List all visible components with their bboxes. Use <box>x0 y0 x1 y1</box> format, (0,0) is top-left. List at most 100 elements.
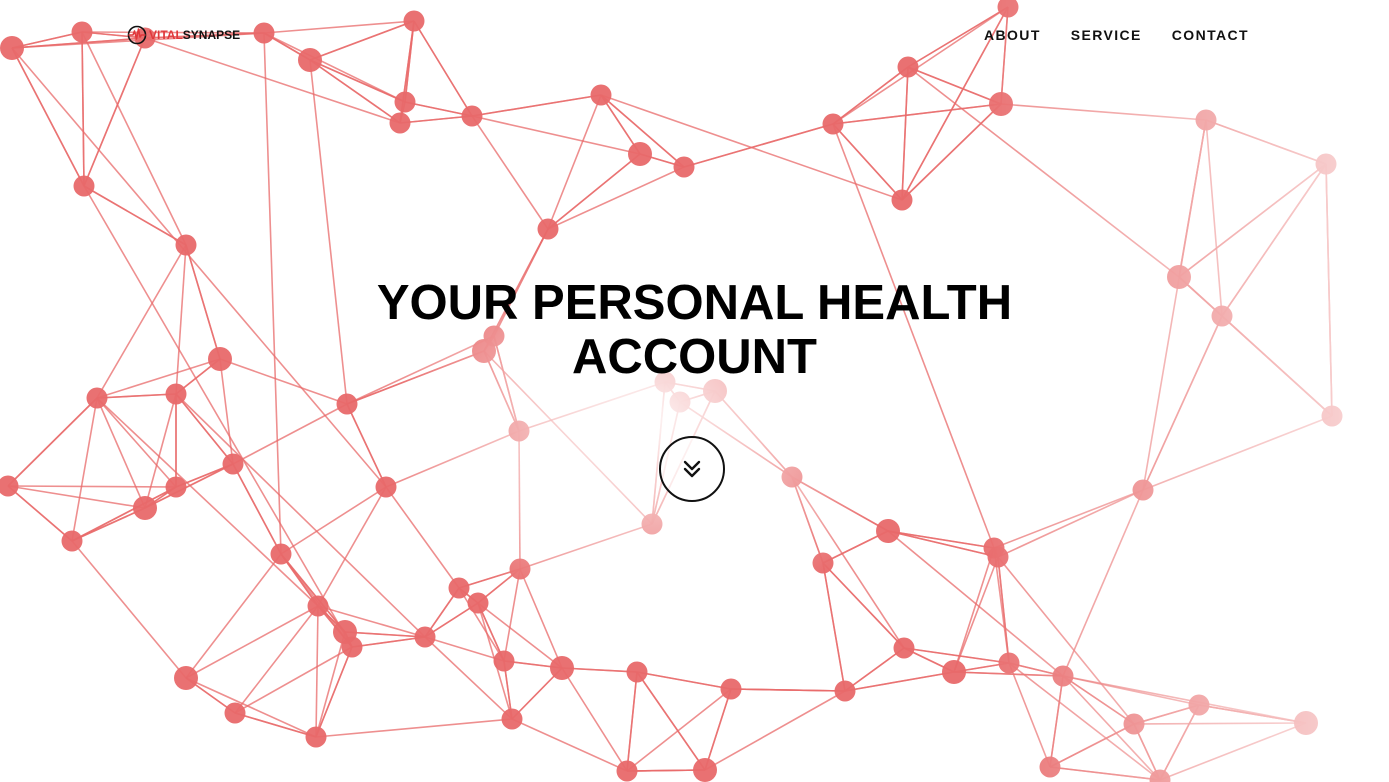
network-node <box>1052 665 1074 687</box>
network-node <box>1195 109 1217 131</box>
network-edge <box>351 636 426 648</box>
network-edge <box>185 605 319 679</box>
network-node <box>165 476 187 498</box>
network-edge <box>683 123 834 168</box>
network-node <box>394 91 416 113</box>
network-edge <box>96 397 146 509</box>
network-edge <box>626 688 732 772</box>
nav-link-service[interactable]: SERVICE <box>1071 26 1142 44</box>
network-edge <box>1159 722 1307 781</box>
network-node <box>834 680 856 702</box>
network-edge <box>96 397 319 607</box>
network-edge <box>7 485 177 488</box>
network-node <box>509 558 531 580</box>
network-edge <box>503 568 521 662</box>
hero-title: YOUR PERSONAL HEALTH ACCOUNT <box>0 276 1389 384</box>
network-node <box>891 189 913 211</box>
network-edge <box>1159 704 1200 781</box>
network-node <box>897 56 919 78</box>
network-node <box>669 391 691 413</box>
network-node <box>781 466 803 488</box>
scroll-down-button[interactable] <box>659 436 725 502</box>
network-node <box>626 661 648 683</box>
network-node <box>133 496 157 520</box>
network-node <box>1294 711 1318 735</box>
network-edge <box>175 393 426 638</box>
network-node <box>616 760 638 782</box>
network-edge <box>315 631 346 738</box>
network-edge <box>518 430 521 570</box>
network-edge <box>519 568 563 669</box>
network-node <box>341 636 363 658</box>
network-edge <box>263 32 406 103</box>
network-edge <box>234 712 317 738</box>
network-edge <box>185 553 282 679</box>
hero-title-line-2: ACCOUNT <box>572 330 817 384</box>
network-node <box>1039 756 1061 778</box>
network-node <box>414 626 436 648</box>
nav-link-about[interactable]: ABOUT <box>984 26 1041 44</box>
network-node <box>987 546 1009 568</box>
network-edge <box>791 476 889 532</box>
brand-logo[interactable]: VITALSYNAPSE <box>127 24 240 46</box>
network-node <box>720 678 742 700</box>
network-edge <box>791 476 824 564</box>
network-node <box>375 476 397 498</box>
network-edge <box>953 547 995 673</box>
network-edge <box>730 688 846 692</box>
network-edge <box>901 103 1002 201</box>
network-edge <box>96 397 177 488</box>
network-edges <box>7 6 1333 781</box>
network-node <box>550 656 574 680</box>
network-edge <box>399 115 473 124</box>
network-node <box>812 552 834 574</box>
network-edge <box>832 66 909 125</box>
brand-name-vital: VITAL <box>149 28 183 42</box>
page: VITALSYNAPSE ABOUT SERVICE CONTACT YOUR … <box>0 0 1389 782</box>
network-edge <box>11 47 85 187</box>
network-node <box>298 48 322 72</box>
network-node <box>641 513 663 535</box>
network-node <box>822 113 844 135</box>
network-node <box>1315 153 1337 175</box>
network-edge <box>346 403 387 488</box>
network-edge <box>1000 6 1009 105</box>
network-edge <box>844 647 905 692</box>
network-edge <box>315 718 513 738</box>
network-background <box>0 0 1343 782</box>
network-node <box>989 92 1013 116</box>
network-edge <box>1198 704 1307 724</box>
network-node <box>71 21 93 43</box>
network-node <box>403 10 425 32</box>
network-node <box>222 453 244 475</box>
network-node <box>673 156 695 178</box>
network-edge <box>1049 675 1064 768</box>
network-edge <box>471 115 549 230</box>
network-node <box>590 84 612 106</box>
network-node <box>270 543 292 565</box>
network-edge <box>185 677 317 738</box>
network-edge <box>309 59 401 124</box>
network-node <box>253 22 275 44</box>
network-node <box>501 708 523 730</box>
network-edge <box>1062 489 1144 677</box>
nav-link-contact[interactable]: CONTACT <box>1172 26 1249 44</box>
network-edge <box>791 476 905 649</box>
network-node <box>448 577 470 599</box>
network-edge <box>81 31 85 187</box>
network-node <box>224 702 246 724</box>
network-node <box>175 234 197 256</box>
network-edge <box>901 66 909 201</box>
network-node <box>893 637 915 659</box>
brand-name: VITALSYNAPSE <box>149 25 240 45</box>
network-node <box>493 650 515 672</box>
network-edge <box>71 540 187 679</box>
network-edge <box>1205 119 1327 165</box>
double-chevron-down-icon <box>683 460 701 478</box>
network-node <box>508 420 530 442</box>
network-node <box>876 519 900 543</box>
network-edge <box>234 605 319 714</box>
network-node <box>997 0 1019 18</box>
network-edge <box>477 602 563 669</box>
network-edge <box>1049 723 1135 768</box>
